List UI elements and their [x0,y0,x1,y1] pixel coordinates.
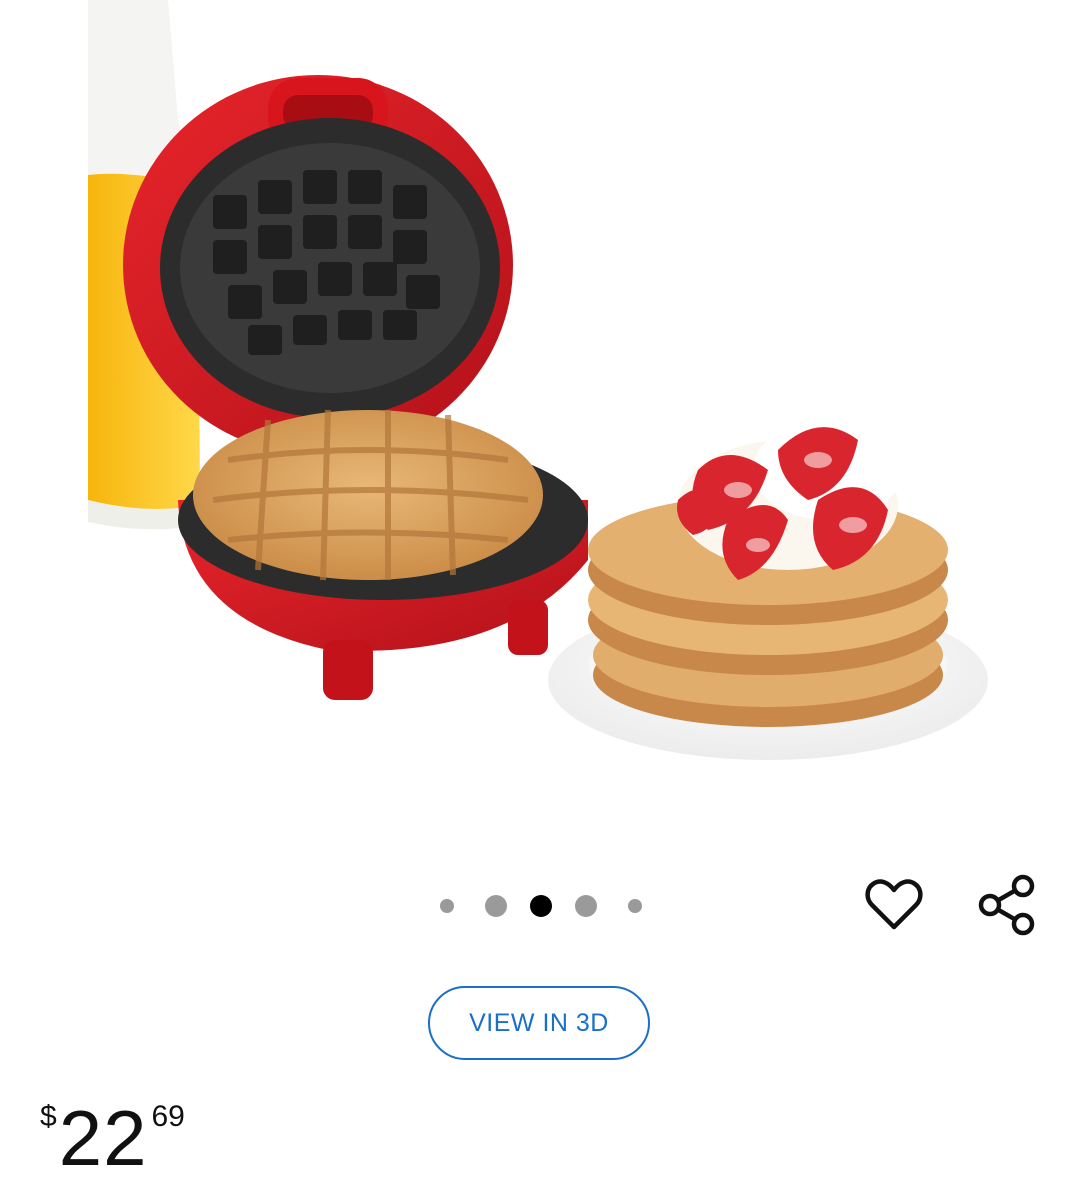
heart-outline-icon [865,879,923,930]
view-in-3d-button[interactable]: VIEW IN 3D [428,986,650,1060]
product-image[interactable] [88,0,988,790]
waffle-stack [548,420,988,760]
price: $ 22 69 [40,1092,185,1184]
favorite-button[interactable] [862,873,926,937]
image-carousel-indicator[interactable] [440,893,642,919]
carousel-dot-1[interactable] [440,899,454,913]
carousel-dot-3-active[interactable] [530,895,552,917]
price-dollars: 22 [58,1094,148,1182]
price-currency: $ [40,1100,57,1133]
carousel-dot-4[interactable] [575,895,597,917]
carousel-dot-5[interactable] [628,899,642,913]
price-cents: 69 [151,1100,185,1133]
waffle-maker [123,75,588,700]
share-icon [978,874,1035,936]
product-page: VIEW IN 3D $ 22 69 [0,0,1071,1187]
carousel-dot-2[interactable] [485,895,507,917]
share-button[interactable] [975,873,1039,937]
